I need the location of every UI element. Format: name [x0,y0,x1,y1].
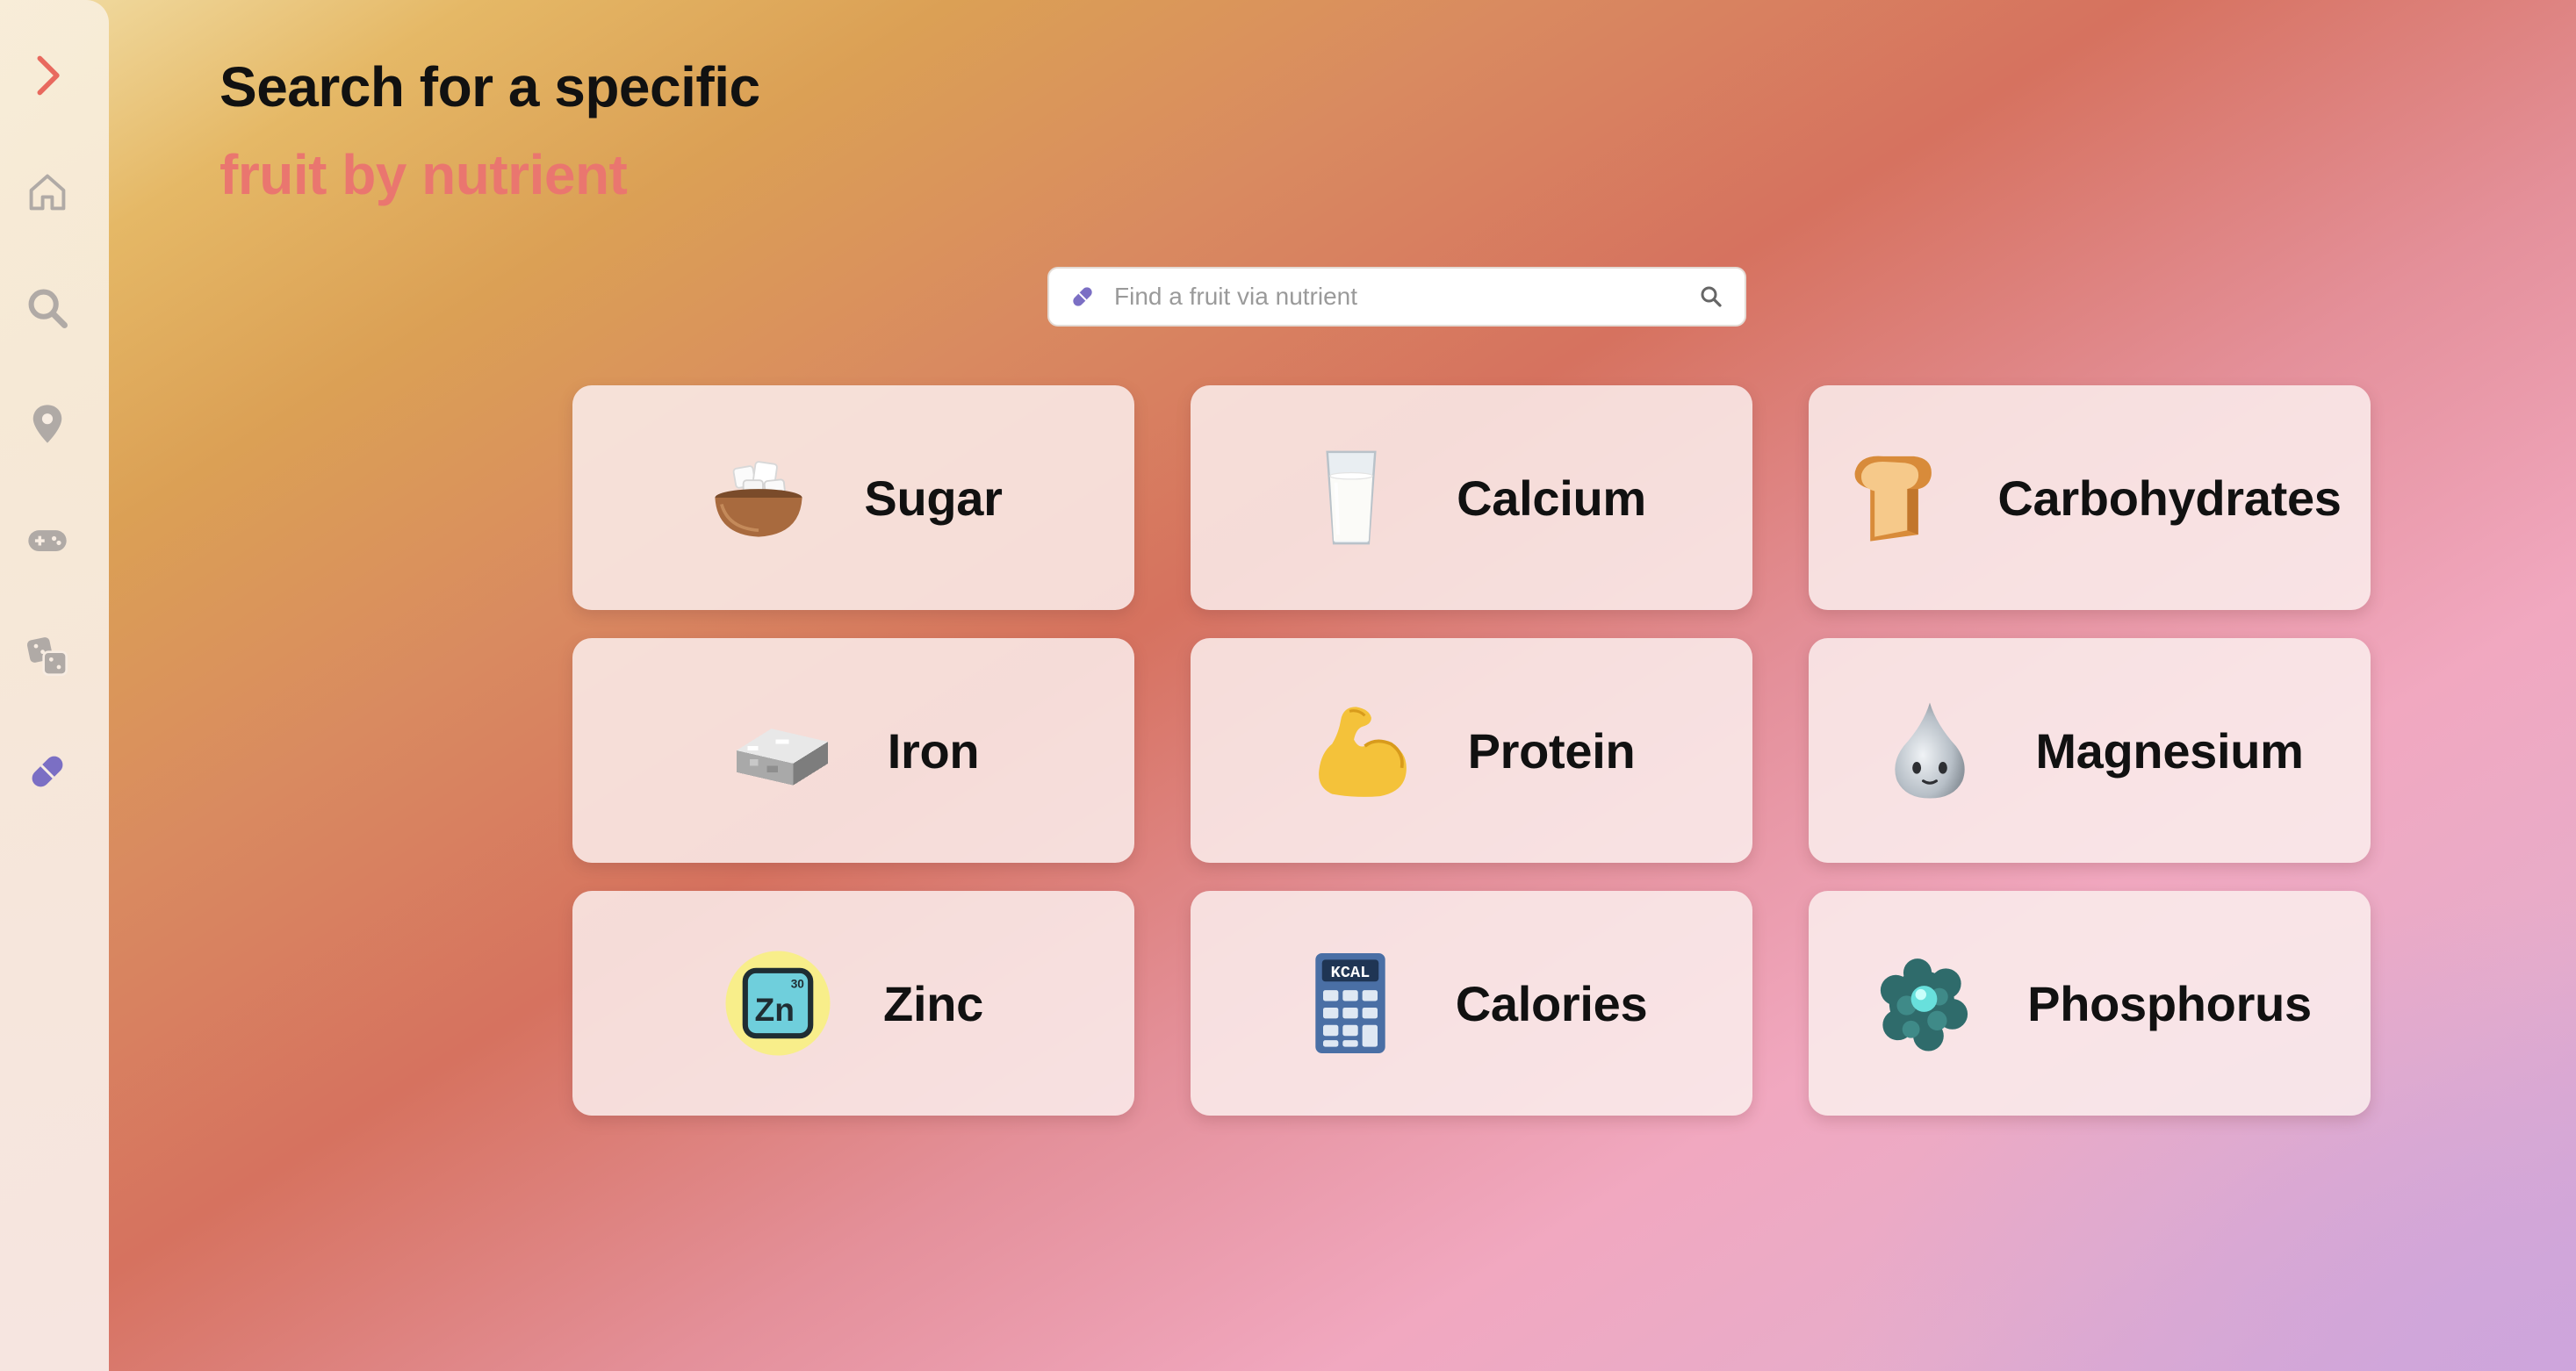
pill-icon [1065,279,1100,314]
map-pin-icon[interactable] [23,399,72,449]
zinc-symbol: Zn [755,991,795,1028]
search-icon[interactable] [1694,279,1729,314]
dice-icon[interactable] [23,631,72,680]
nutrient-label: Sugar [864,470,1003,526]
nutrient-label: Zinc [883,975,983,1031]
molecule-cluster-icon [1867,949,1976,1058]
nutrient-label: Calories [1455,975,1648,1031]
page-title: Search for a specific [219,55,760,118]
nutrient-label: Calcium [1457,470,1646,526]
nutrient-label: Protein [1467,722,1636,779]
nutrient-label: Iron [887,722,980,779]
zinc-element-icon: Zn 30 [723,949,832,1058]
search-input[interactable] [1112,282,1694,312]
nutrient-card-calcium[interactable]: Calcium [1191,385,1752,610]
nutrient-card-magnesium[interactable]: Magnesium [1809,638,2371,863]
nutrient-card-sugar[interactable]: Sugar [572,385,1134,610]
nutrient-card-protein[interactable]: Protein [1191,638,1752,863]
nutrient-card-iron[interactable]: Iron [572,638,1134,863]
nutrient-label: Carbohydrates [1997,470,2342,526]
droplet-face-icon [1875,696,1984,805]
chevron-right-icon[interactable] [23,51,72,100]
page-subtitle: fruit by nutrient [219,143,628,206]
search-bar [1047,267,1746,327]
gamepad-icon[interactable] [23,515,72,564]
nutrient-label: Magnesium [2035,722,2304,779]
nutrient-card-zinc[interactable]: Zn 30 Zinc [572,891,1134,1116]
nutrient-card-phosphorus[interactable]: Phosphorus [1809,891,2371,1116]
iron-ingot-icon [728,696,837,805]
zinc-atomic-number: 30 [791,978,805,991]
search-icon[interactable] [23,284,72,333]
pill-icon[interactable] [23,747,72,796]
sidebar [0,0,109,1371]
bread-icon [1838,443,1946,552]
flexed-bicep-icon [1308,696,1417,805]
nutrient-card-calories[interactable]: KCAL Calories [1191,891,1752,1116]
nutrient-card-carbohydrates[interactable]: Carbohydrates [1809,385,2371,610]
nutrient-grid: Sugar Calcium Carbohydrates Iron Protein… [572,385,2372,1116]
sugar-bowl-icon [704,443,813,552]
milk-glass-icon [1297,443,1406,552]
home-icon[interactable] [23,168,72,217]
nutrient-label: Phosphorus [2027,975,2312,1031]
kcal-display-text: KCAL [1330,964,1370,982]
kcal-calculator-icon: KCAL [1296,949,1405,1058]
